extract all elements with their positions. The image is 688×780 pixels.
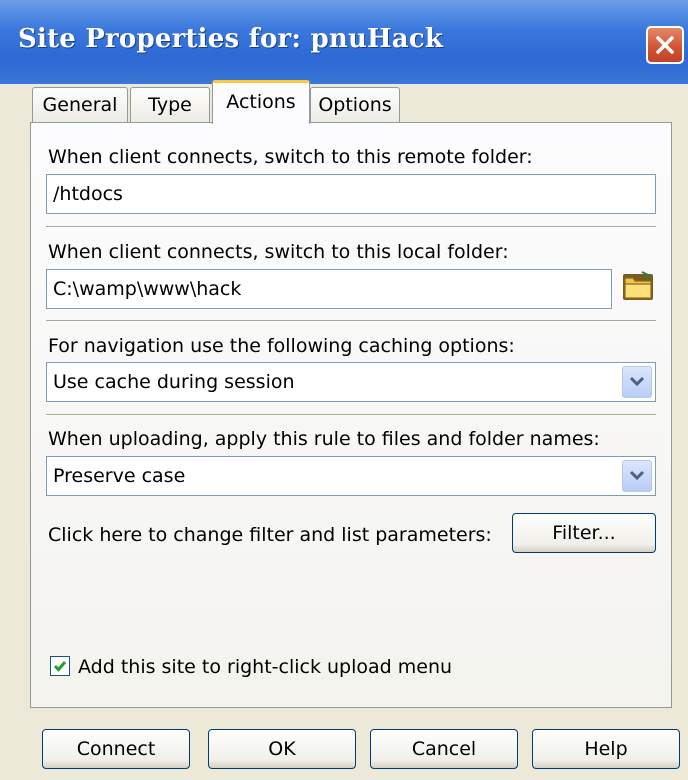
close-button[interactable] (646, 26, 684, 64)
chevron-down-icon (629, 470, 645, 481)
caching-value: Use cache during session (53, 371, 295, 393)
filter-label: Click here to change filter and list par… (48, 524, 492, 546)
separator (46, 226, 656, 228)
connect-button[interactable]: Connect (42, 729, 190, 769)
caching-label: For navigation use the following caching… (48, 335, 515, 357)
cancel-button-label: Cancel (411, 738, 477, 760)
upload-label: When uploading, apply this rule to files… (48, 428, 600, 450)
filter-button[interactable]: Filter... (512, 513, 656, 553)
close-icon (656, 36, 674, 54)
connect-button-label: Connect (76, 738, 156, 760)
remote-folder-label: When client connects, switch to this rem… (48, 146, 533, 168)
caching-select[interactable]: Use cache during session (46, 362, 656, 402)
chevron-down-icon (629, 376, 645, 387)
tab-actions[interactable]: Actions (212, 80, 310, 124)
tab-actions-label: Actions (226, 91, 296, 113)
rightclick-upload-checkbox[interactable] (50, 656, 70, 676)
help-button-label: Help (584, 738, 628, 760)
local-folder-label: When client connects, switch to this loc… (48, 241, 509, 263)
tab-general-label: General (42, 94, 118, 116)
site-properties-dialog: Site Properties for: pnuHack General Typ… (0, 0, 688, 780)
browse-folder-button[interactable] (620, 268, 656, 304)
title-bar[interactable]: Site Properties for: pnuHack (0, 0, 688, 84)
local-folder-value: C:\wamp\www\hack (53, 278, 242, 300)
help-button[interactable]: Help (532, 729, 680, 769)
upload-rule-value: Preserve case (53, 465, 186, 487)
upload-rule-select[interactable]: Preserve case (46, 456, 656, 496)
remote-folder-input[interactable]: /htdocs (46, 174, 656, 214)
checkmark-icon (53, 661, 67, 672)
local-folder-input[interactable]: C:\wamp\www\hack (46, 269, 612, 309)
ok-button[interactable]: OK (208, 729, 356, 769)
caching-dropdown-button[interactable] (622, 366, 652, 398)
folder-icon (623, 271, 653, 300)
separator (46, 414, 656, 416)
tab-options[interactable]: Options (310, 87, 400, 123)
ok-button-label: OK (268, 738, 296, 760)
cancel-button[interactable]: Cancel (370, 729, 518, 769)
tab-options-label: Options (318, 94, 392, 116)
rightclick-upload-label[interactable]: Add this site to right-click upload menu (78, 656, 452, 678)
remote-folder-value: /htdocs (53, 183, 123, 205)
tab-general[interactable]: General (32, 87, 128, 123)
tab-type[interactable]: Type (130, 87, 210, 123)
upload-dropdown-button[interactable] (622, 460, 652, 492)
window-title: Site Properties for: pnuHack (18, 24, 444, 54)
filter-button-label: Filter... (552, 522, 616, 544)
separator (46, 320, 656, 322)
tab-type-label: Type (148, 94, 192, 116)
